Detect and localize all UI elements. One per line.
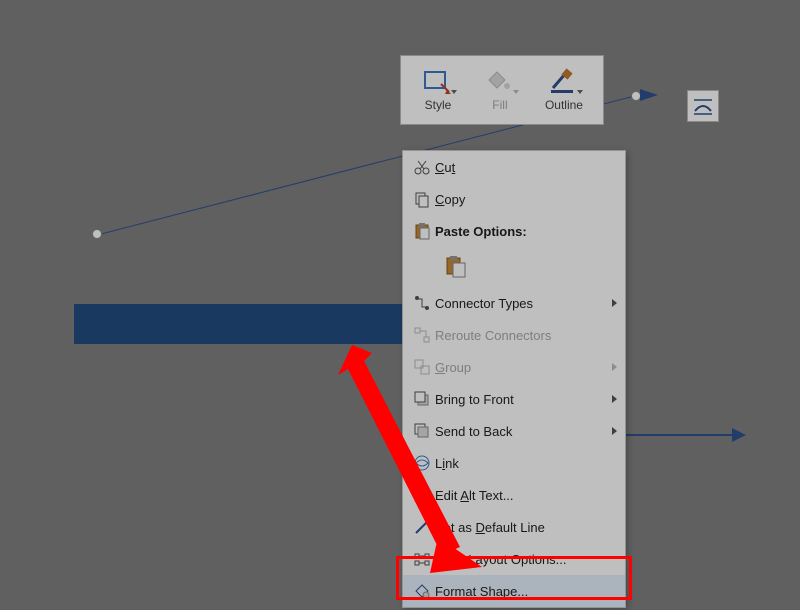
menu-cut[interactable]: Cut <box>403 151 625 183</box>
submenu-caret-icon <box>612 299 617 307</box>
menu-label: Paste Options: <box>435 224 617 239</box>
submenu-caret-icon <box>612 395 617 403</box>
fill-dropdown[interactable]: Fill <box>483 68 517 112</box>
fill-icon <box>483 68 517 96</box>
paste-keep-icon <box>445 256 467 278</box>
cut-icon <box>409 158 435 176</box>
submenu-caret-icon <box>612 363 617 371</box>
paste-icon <box>409 222 435 240</box>
callout-arrow <box>330 345 490 575</box>
menu-paste-options-header: Paste Options: <box>403 215 625 247</box>
submenu-caret-icon <box>612 427 617 435</box>
paste-option-keep-source[interactable] <box>441 252 471 282</box>
connector-types-icon <box>409 294 435 312</box>
outline-dropdown[interactable]: Outline <box>545 68 583 112</box>
menu-connector-types[interactable]: Connector Types <box>403 287 625 319</box>
menu-copy[interactable]: Copy <box>403 183 625 215</box>
menu-label: Cut <box>435 160 617 175</box>
style-label: Style <box>425 98 452 112</box>
arrowhead-icon <box>640 86 662 104</box>
menu-label: Copy <box>435 192 617 207</box>
layout-options-icon <box>692 96 714 116</box>
outline-icon <box>547 68 581 96</box>
mini-toolbar: Style Fill Outline <box>400 55 604 125</box>
arrowhead-icon <box>732 428 746 442</box>
menu-label: Reroute Connectors <box>435 328 617 343</box>
paste-options-row <box>403 247 625 287</box>
reroute-icon <box>409 326 435 344</box>
outline-label: Outline <box>545 98 583 112</box>
layout-options-button[interactable] <box>687 90 719 122</box>
menu-label: Connector Types <box>435 296 612 311</box>
menu-label: Format Shape... <box>435 584 617 599</box>
selection-handle-start[interactable] <box>92 229 102 239</box>
style-dropdown[interactable]: Style <box>421 68 455 112</box>
fill-label: Fill <box>492 98 507 112</box>
copy-icon <box>409 190 435 208</box>
menu-format-shape[interactable]: Format Shape... <box>403 575 625 607</box>
format-shape-icon <box>409 582 435 600</box>
style-icon <box>421 68 455 96</box>
